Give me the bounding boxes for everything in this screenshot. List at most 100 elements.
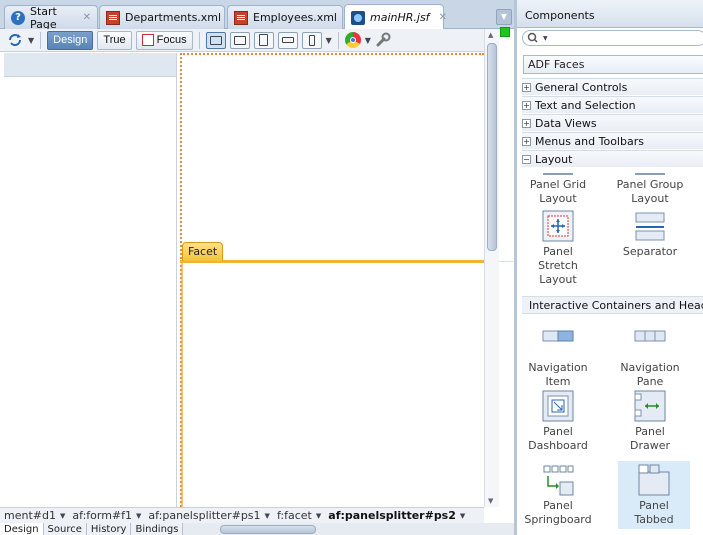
horizontal-scrollbar[interactable] (196, 524, 486, 535)
chevron-down-icon[interactable]: ▼ (265, 512, 270, 520)
toolbar-separator (40, 31, 42, 49)
tab-mainhr-jsf[interactable]: mainHR.jsf ✕ (344, 4, 447, 30)
search-input[interactable] (549, 32, 680, 44)
editor-tab-bar: ? Start Page ✕ Departments.xml ✕ Employe… (0, 0, 514, 31)
collapse-icon[interactable]: − (522, 154, 531, 164)
close-icon[interactable]: ✕ (83, 12, 91, 23)
facet-label[interactable]: Facet (182, 242, 224, 261)
components-palette: Components ▼ ADF Faces + General Control… (514, 0, 703, 535)
refresh-icon[interactable] (6, 31, 24, 49)
breadcrumb-item[interactable]: af:form#f1 ▼ (72, 509, 141, 522)
chevron-down-icon[interactable]: ▼ (543, 35, 548, 42)
wrench-icon[interactable] (375, 32, 391, 48)
expand-icon[interactable]: + (522, 136, 531, 146)
library-select[interactable]: ADF Faces (523, 55, 703, 74)
phone-icon (281, 37, 294, 43)
breadcrumb-item[interactable]: ment#d1 ▼ (4, 509, 65, 522)
section-data-views[interactable]: + Data Views (522, 114, 703, 131)
panel-dashboard-icon (542, 390, 574, 422)
breadcrumb: ment#d1 ▼ af:form#f1 ▼ af:panelsplitter#ps… (0, 507, 484, 523)
scroll-down-icon[interactable]: ▼ (488, 497, 493, 505)
component-panel-springboard[interactable]: Panel Springboard (522, 464, 594, 527)
tab-design[interactable]: Design (0, 523, 44, 535)
expand-icon[interactable]: + (522, 100, 531, 110)
focus-button[interactable]: Focus (135, 30, 193, 50)
tab-employees-xml[interactable]: Employees.xml ✕ (227, 5, 354, 29)
toolbar-separator (198, 31, 200, 49)
palette-search[interactable]: ▼ (522, 30, 703, 46)
toolbar-separator (337, 31, 339, 49)
pane-header (4, 53, 176, 77)
chevron-down-icon[interactable]: ▼ (316, 512, 321, 520)
scroll-up-icon[interactable]: ▲ (488, 31, 493, 39)
section-general-controls[interactable]: + General Controls (522, 78, 703, 95)
design-toolbar: ▼ Design True Focus ▼ ▼ (0, 29, 484, 52)
tablet-portrait-button[interactable] (253, 31, 274, 49)
section-layout[interactable]: − Layout (522, 150, 703, 167)
panel-grid-layout-icon (543, 169, 573, 175)
monitor-icon (209, 35, 222, 45)
panel-tabbed-icon (638, 464, 670, 496)
scrollbar-thumb[interactable] (220, 525, 316, 534)
help-icon: ? (11, 10, 25, 25)
tab-history[interactable]: History (86, 523, 132, 535)
tab-source[interactable]: Source (43, 523, 87, 535)
component-panel-drawer[interactable]: Panel Drawer (614, 390, 686, 453)
chevron-down-icon[interactable]: ▼ (365, 36, 371, 45)
splitter-second-pane[interactable] (180, 53, 484, 507)
interactive-containers-header[interactable]: Interactive Containers and Headers (522, 296, 703, 314)
panel-group-layout-icon (635, 169, 665, 175)
panel-stretch-layout-icon (542, 210, 574, 242)
splitter-bar[interactable] (180, 260, 484, 263)
editor-pane: ? Start Page ✕ Departments.xml ✕ Employe… (0, 0, 594, 535)
tab-bindings[interactable]: Bindings (131, 523, 184, 535)
vertical-scrollbar[interactable]: ▲ ▼ (484, 29, 499, 507)
splitter-first-pane[interactable] (4, 53, 177, 507)
jsf-file-icon (351, 10, 365, 25)
xml-file-icon (234, 10, 248, 25)
browser-icon[interactable] (344, 32, 361, 48)
component-navigation-item[interactable]: Navigation Item (522, 326, 594, 389)
expand-icon[interactable]: + (522, 118, 531, 128)
tab-list-dropdown[interactable]: ▼ (496, 9, 512, 25)
tablet-landscape-button[interactable] (229, 31, 250, 49)
component-panel-dashboard[interactable]: Panel Dashboard (522, 390, 594, 453)
close-icon[interactable]: ✕ (439, 12, 447, 23)
desktop-view-button[interactable] (205, 31, 226, 49)
xml-file-icon (106, 10, 120, 25)
section-text-and-selection[interactable]: + Text and Selection (522, 96, 703, 113)
chevron-down-icon[interactable]: ▼ (60, 512, 65, 520)
component-panel-group-layout[interactable]: Panel Group Layout (614, 169, 686, 206)
chevron-down-icon[interactable]: ▼ (460, 512, 465, 520)
component-separator[interactable]: Separator (614, 210, 686, 259)
component-panel-stretch-layout[interactable]: Panel Stretch Layout (522, 210, 594, 287)
chevron-down-icon[interactable]: ▼ (326, 36, 332, 45)
panel-springboard-icon (542, 464, 574, 496)
component-panel-grid-layout[interactable]: Panel Grid Layout (522, 169, 594, 206)
search-icon[interactable] (527, 32, 541, 44)
phone-landscape-button[interactable] (277, 31, 298, 49)
tablet-portrait-icon (259, 34, 269, 46)
chevron-down-icon[interactable]: ▼ (136, 512, 141, 520)
breadcrumb-item-current[interactable]: af:panelsplitter#ps2 ▼ (328, 509, 465, 522)
tab-departments-xml[interactable]: Departments.xml ✕ (99, 5, 238, 29)
palette-title: Components (517, 0, 703, 28)
tab-start-page[interactable]: ? Start Page ✕ (4, 5, 98, 31)
status-indicator (500, 27, 510, 37)
separator-icon (634, 210, 666, 242)
scrollbar-thumb[interactable] (487, 43, 497, 251)
navigation-pane-icon (634, 326, 666, 358)
design-mode-button[interactable]: Design (47, 30, 94, 50)
phone-portrait-button[interactable] (301, 31, 322, 49)
phone-portrait-icon (308, 34, 315, 46)
breadcrumb-item[interactable]: af:panelsplitter#ps1 ▼ (148, 509, 270, 522)
expand-icon[interactable]: + (522, 82, 531, 92)
section-menus-and-toolbars[interactable]: + Menus and Toolbars (522, 132, 703, 149)
component-navigation-pane[interactable]: Navigation Pane (614, 326, 686, 389)
tablet-icon (233, 35, 246, 45)
chevron-down-icon[interactable]: ▼ (28, 36, 34, 45)
component-panel-tabbed[interactable]: Panel Tabbed (618, 461, 690, 529)
breadcrumb-item[interactable]: f:facet ▼ (277, 509, 321, 522)
true-mode-button[interactable]: True (97, 30, 132, 50)
panel-drawer-icon (634, 390, 666, 422)
